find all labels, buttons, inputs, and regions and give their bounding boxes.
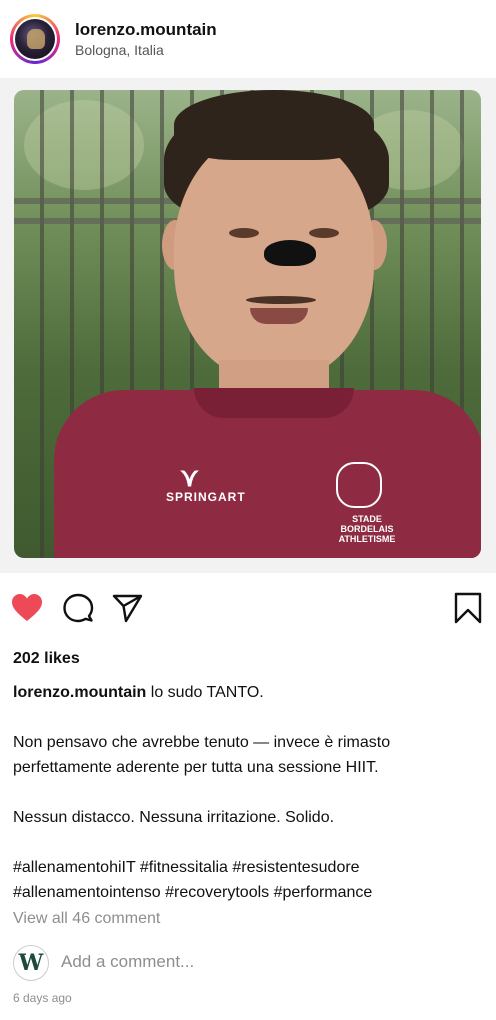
bookmark-icon xyxy=(454,592,482,624)
post-photo[interactable]: ⋎ SPRINGART STADE BORDELAIS ATHLETISME xyxy=(14,90,481,558)
left-eye xyxy=(229,228,259,238)
action-bar xyxy=(0,585,496,633)
share-button[interactable] xyxy=(110,591,144,625)
commenter-avatar: W xyxy=(13,945,49,981)
profile-picture xyxy=(15,19,55,59)
like-count[interactable]: 202 likes xyxy=(13,650,80,668)
brand-logo-icon: ⋎ xyxy=(180,462,200,492)
like-button[interactable] xyxy=(10,591,44,625)
comment-input[interactable] xyxy=(59,951,463,973)
shirt-brand: SPRINGART xyxy=(166,490,246,504)
caption-line-1: lo sudo TANTO. xyxy=(150,684,264,701)
view-all-comments-link[interactable]: View all 46 comment xyxy=(13,910,160,928)
comment-icon xyxy=(63,593,94,623)
club-crest-icon xyxy=(336,462,382,508)
add-comment-row: W xyxy=(13,945,483,981)
share-icon xyxy=(112,594,143,623)
post-media: ⋎ SPRINGART STADE BORDELAIS ATHLETISME xyxy=(0,78,496,573)
caption-line-2: Non pensavo che avrebbe tenuto — invece … xyxy=(13,734,391,776)
nose-strip xyxy=(264,240,316,266)
mouth xyxy=(250,308,308,324)
avatar[interactable] xyxy=(10,14,60,64)
location[interactable]: Bologna, Italia xyxy=(75,42,164,58)
caption-hashtags[interactable]: #allenamentohiIT #fitnessitalia #resiste… xyxy=(13,855,483,905)
save-button[interactable] xyxy=(451,591,485,625)
caption-line-3: Nessun distacco. Nessuna irritazione. So… xyxy=(13,809,335,826)
heart-icon xyxy=(12,594,42,621)
shirt-club: STADE BORDELAIS ATHLETISME xyxy=(338,514,396,544)
post-caption: lorenzo.mountain lo sudo TANTO. Non pens… xyxy=(13,680,483,905)
comment-button[interactable] xyxy=(61,591,95,625)
post-timestamp: 6 days ago xyxy=(13,991,72,1005)
caption-username[interactable]: lorenzo.mountain xyxy=(13,684,146,701)
post-header: lorenzo.mountain Bologna, Italia xyxy=(0,0,496,78)
right-eye xyxy=(309,228,339,238)
username[interactable]: lorenzo.mountain xyxy=(75,20,217,40)
